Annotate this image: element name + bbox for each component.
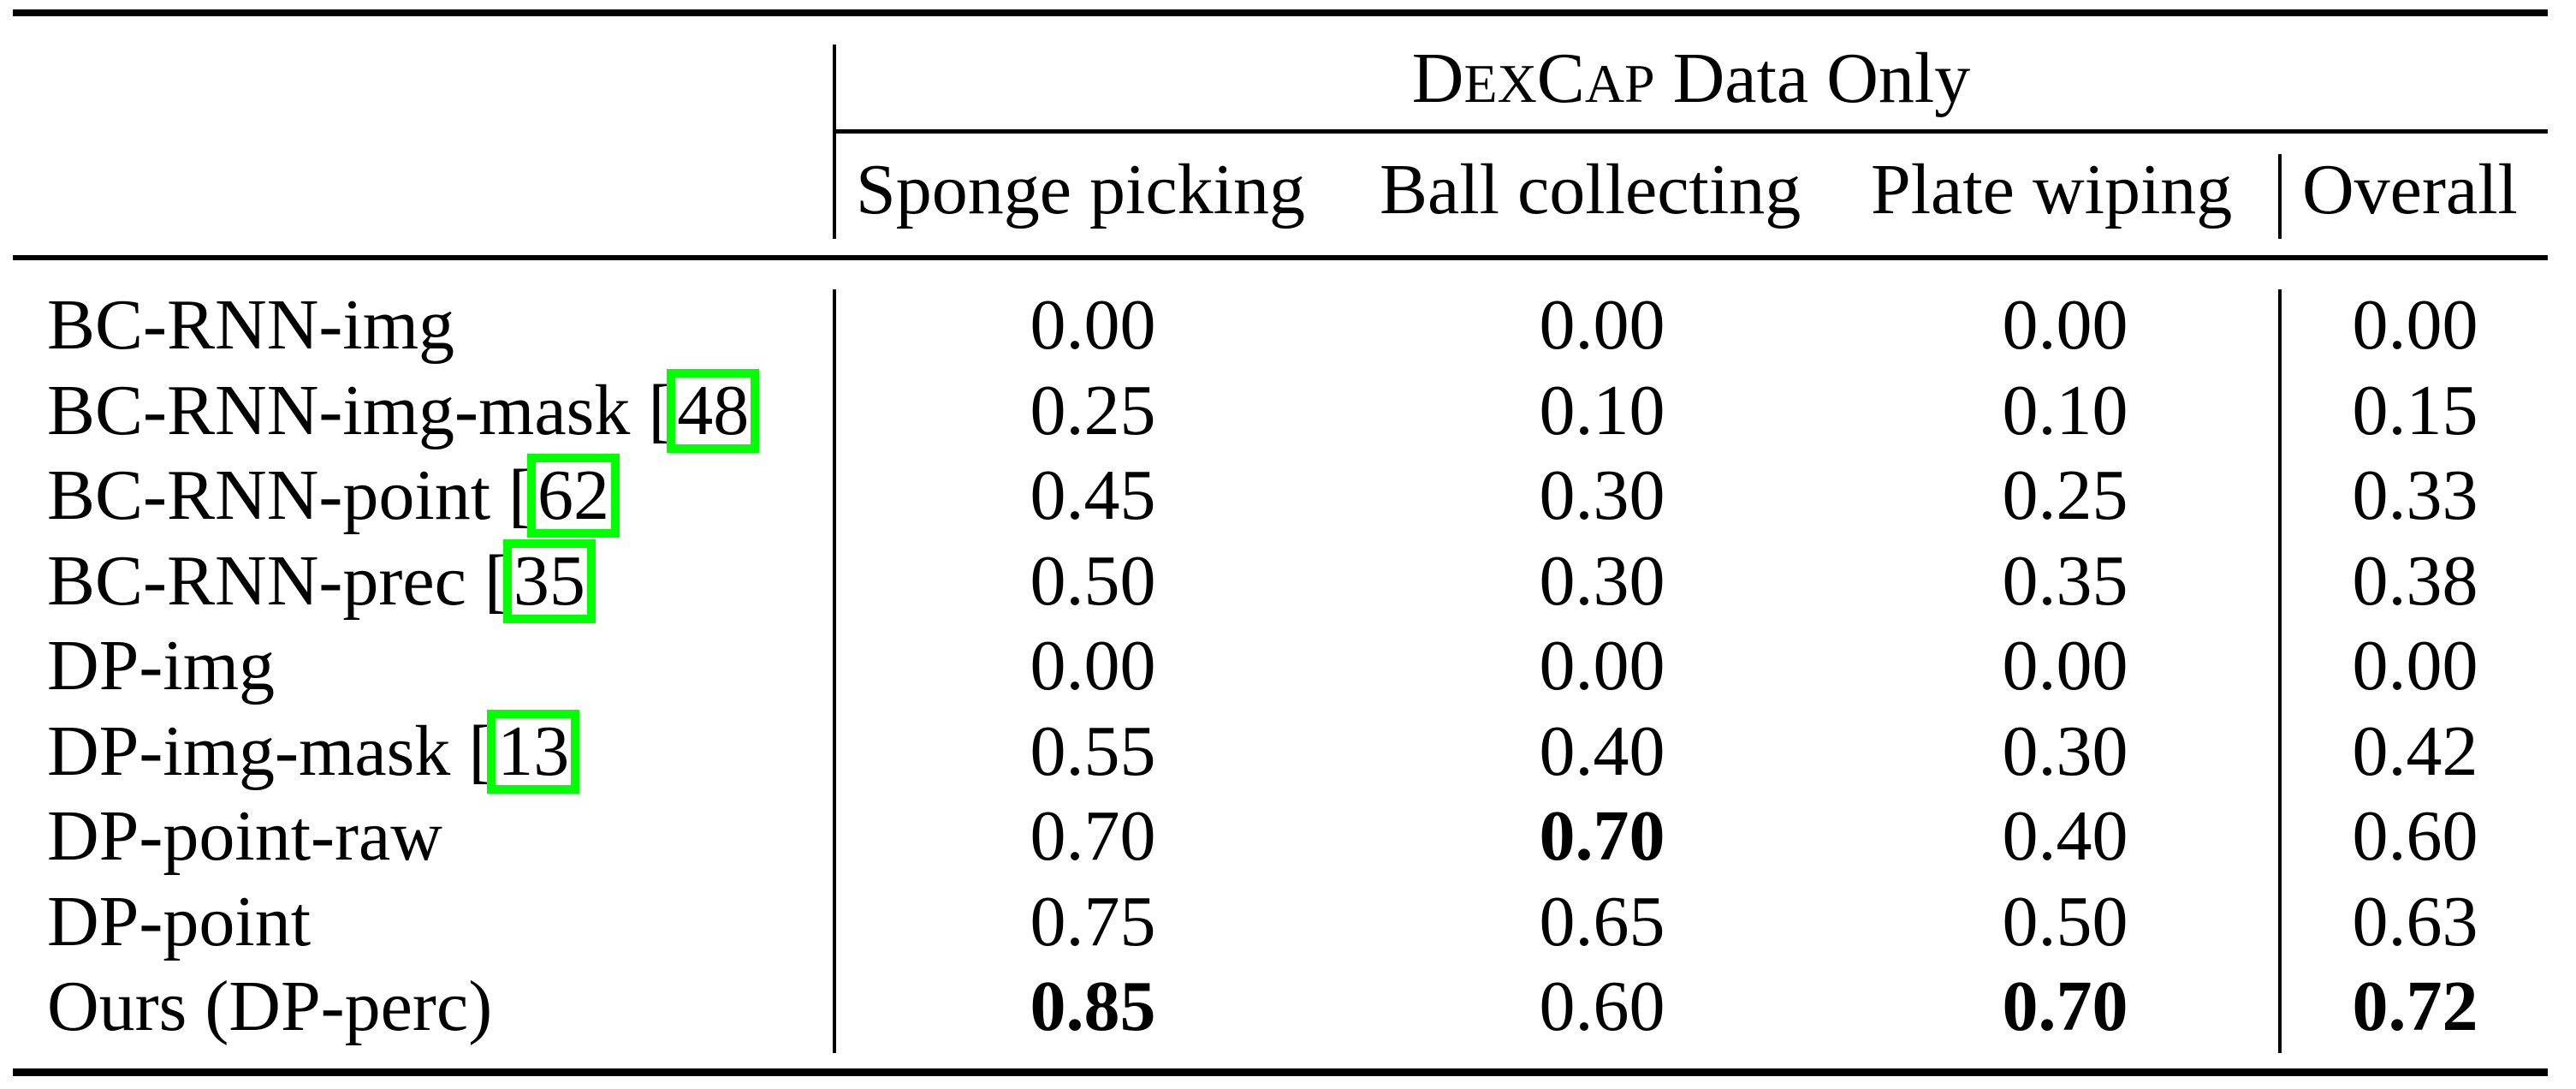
table-cell-sponge-picking: 0.85 bbox=[1030, 967, 1156, 1046]
table-cell-plate-wiping: 0.00 bbox=[2002, 626, 2128, 705]
method-name: Ours (DP-perc) bbox=[47, 967, 493, 1046]
column-header-ball-collecting: Ball collecting bbox=[1380, 150, 1801, 229]
table-cell-ball-collecting: 0.30 bbox=[1539, 455, 1665, 535]
table-cell-sponge-picking: 0.45 bbox=[1030, 455, 1156, 535]
table-cell-overall: 0.60 bbox=[2352, 796, 2478, 876]
sc-small: AP bbox=[1584, 53, 1655, 114]
table-cell-sponge-picking: 0.50 bbox=[1030, 540, 1156, 621]
table-cell-sponge-picking: 0.25 bbox=[1030, 370, 1156, 450]
column-header-sponge-picking: Sponge picking bbox=[856, 150, 1305, 229]
table-cell-overall: 0.63 bbox=[2352, 881, 2478, 961]
table-cell-ball-collecting: 0.10 bbox=[1539, 370, 1665, 450]
method-name: DP-point-raw bbox=[47, 796, 442, 876]
table-cell-overall: 0.33 bbox=[2352, 455, 2478, 535]
group-header: DEXCAP Data Only bbox=[834, 36, 2548, 127]
table-cell-ball-collecting: 0.70 bbox=[1539, 796, 1665, 876]
table-cell-plate-wiping: 0.35 bbox=[2002, 540, 2128, 621]
table-cell-plate-wiping: 0.25 bbox=[2002, 455, 2128, 535]
table-cell-overall: 0.00 bbox=[2352, 626, 2478, 705]
method-name: DP-point bbox=[47, 881, 312, 961]
method-name: DP-img-mask bbox=[47, 711, 451, 791]
table-cell-sponge-picking: 0.00 bbox=[1030, 626, 1156, 705]
table-cell-plate-wiping: 0.40 bbox=[2002, 796, 2128, 876]
table-cell-ball-collecting: 0.00 bbox=[1539, 626, 1665, 705]
table-cell-sponge-picking: 0.70 bbox=[1030, 796, 1156, 876]
method-name: BC-RNN-img bbox=[47, 285, 455, 365]
row-method-label: BC-RNN-point [62 bbox=[47, 453, 620, 539]
table-cell-plate-wiping: 0.70 bbox=[2002, 967, 2128, 1046]
column-header-overall: Overall bbox=[2302, 150, 2518, 229]
group-cmidrule bbox=[834, 129, 2548, 134]
table-cell-ball-collecting: 0.60 bbox=[1539, 967, 1665, 1046]
table-cell-ball-collecting: 0.40 bbox=[1539, 711, 1665, 791]
table-cell-ball-collecting: 0.30 bbox=[1539, 540, 1665, 621]
sc-letter: C bbox=[1536, 39, 1585, 118]
table-cell-overall: 0.38 bbox=[2352, 540, 2478, 621]
top-rule bbox=[13, 9, 2548, 16]
table-cell-ball-collecting: 0.65 bbox=[1539, 881, 1665, 961]
row-method-label: DP-point-raw bbox=[47, 794, 442, 879]
citation-link[interactable]: 13 bbox=[487, 709, 580, 794]
table-cell-overall: 0.15 bbox=[2352, 370, 2478, 450]
row-method-label: BC-RNN-img-mask [48 bbox=[47, 368, 760, 454]
sc-small: EX bbox=[1463, 53, 1537, 114]
body-left-vline bbox=[833, 289, 836, 1053]
table-cell-plate-wiping: 0.50 bbox=[2002, 881, 2128, 961]
row-method-label: DP-img-mask [13 bbox=[47, 709, 580, 794]
method-name: BC-RNN-prec bbox=[47, 540, 466, 621]
table-cell-plate-wiping: 0.10 bbox=[2002, 370, 2128, 450]
column-header-plate-wiping: Plate wiping bbox=[1871, 150, 2233, 229]
table-cell-sponge-picking: 0.75 bbox=[1030, 881, 1156, 961]
bottom-rule bbox=[13, 1068, 2548, 1076]
table-cell-overall: 0.00 bbox=[2352, 285, 2478, 365]
citation-link[interactable]: 62 bbox=[527, 454, 620, 538]
table-cell-overall: 0.42 bbox=[2352, 711, 2478, 791]
table-cell-ball-collecting: 0.00 bbox=[1539, 285, 1665, 365]
group-header-rest: Data Only bbox=[1654, 39, 1971, 118]
sc-letter: D bbox=[1411, 39, 1464, 118]
table-cell-plate-wiping: 0.30 bbox=[2002, 711, 2128, 791]
row-method-label: BC-RNN-prec [35 bbox=[47, 539, 596, 624]
row-method-label: DP-img bbox=[47, 623, 275, 709]
header-overall-vline bbox=[2278, 154, 2282, 239]
method-name: DP-img bbox=[47, 626, 276, 705]
citation-link[interactable]: 48 bbox=[667, 368, 760, 453]
table-cell-plate-wiping: 0.00 bbox=[2002, 285, 2128, 365]
table-cell-sponge-picking: 0.55 bbox=[1030, 711, 1156, 791]
row-method-label: BC-RNN-img bbox=[47, 283, 454, 368]
method-name: BC-RNN-point bbox=[47, 455, 491, 535]
citation-link[interactable]: 35 bbox=[502, 539, 596, 623]
method-name: BC-RNN-img-mask bbox=[47, 370, 631, 450]
row-method-label: Ours (DP-perc) bbox=[47, 964, 492, 1050]
row-method-label: DP-point bbox=[47, 879, 311, 965]
group-header-dexcap: DEXCAP bbox=[1412, 39, 1655, 118]
table-cell-overall: 0.72 bbox=[2352, 967, 2478, 1046]
mid-rule bbox=[13, 255, 2548, 260]
table-cell-sponge-picking: 0.00 bbox=[1030, 285, 1156, 365]
